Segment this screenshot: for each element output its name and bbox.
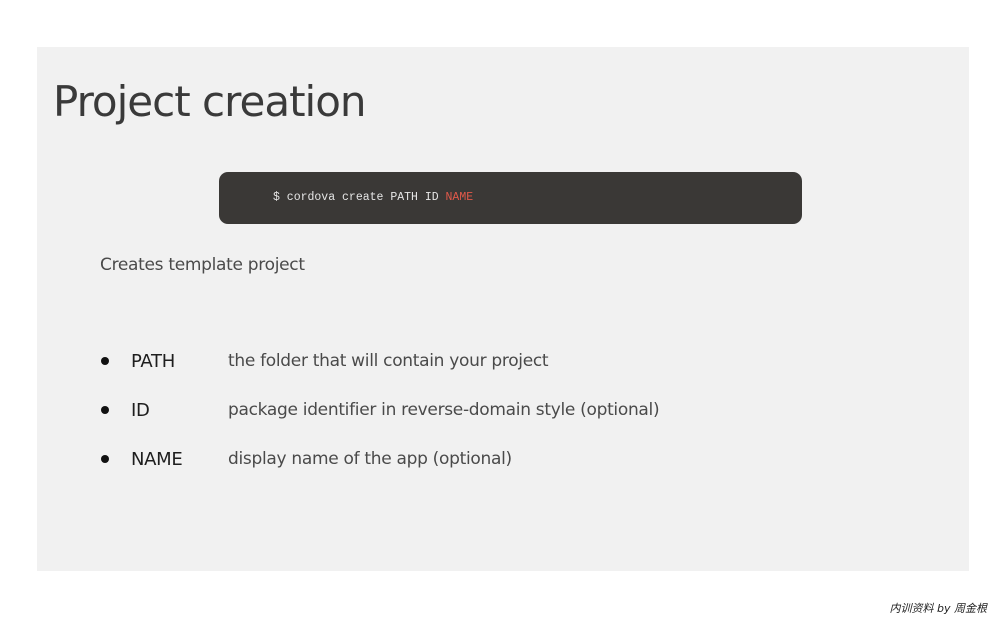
bullet-icon xyxy=(101,406,109,414)
parameter-name: NAME xyxy=(131,449,183,470)
command-highlighted-arg: NAME xyxy=(445,191,474,204)
parameter-item-name: NAME display name of the app (optional) xyxy=(97,445,512,494)
parameter-item-id: ID package identifier in reverse-domain … xyxy=(97,396,660,445)
parameter-description: package identifier in reverse-domain sty… xyxy=(228,400,660,420)
slide: Project creation $ cordova create PATH I… xyxy=(37,47,969,571)
footer-credit: 内训资料 by 周金根 xyxy=(889,602,988,615)
parameter-name: PATH xyxy=(131,351,175,372)
bullet-icon xyxy=(101,357,109,365)
parameter-description: display name of the app (optional) xyxy=(228,449,512,469)
slide-description: Creates template project xyxy=(100,255,305,275)
parameter-item-path: PATH the folder that will contain your p… xyxy=(97,347,549,396)
page: Project creation $ cordova create PATH I… xyxy=(0,0,1000,625)
command-code-block: $ cordova create PATH ID NAME xyxy=(219,172,802,224)
slide-title: Project creation xyxy=(53,77,367,126)
parameter-description: the folder that will contain your projec… xyxy=(228,351,549,371)
parameter-name: ID xyxy=(131,400,150,421)
command-text: $ cordova create PATH ID xyxy=(273,191,446,204)
parameter-list: PATH the folder that will contain your p… xyxy=(97,347,660,494)
bullet-icon xyxy=(101,455,109,463)
